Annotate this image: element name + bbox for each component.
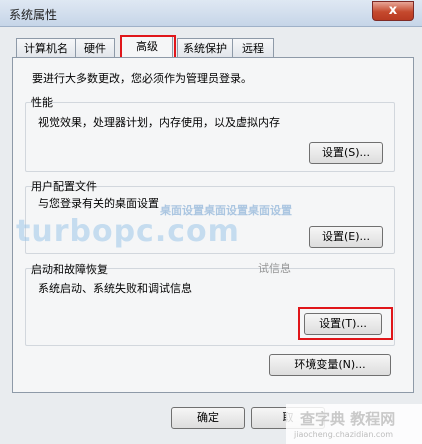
performance-settings-button[interactable]: 设置(S)...: [309, 142, 383, 164]
environment-variables-button[interactable]: 环境变量(N)...: [269, 354, 391, 376]
watermark-line3: 试信息: [258, 262, 291, 275]
tab-advanced[interactable]: 高级: [121, 36, 173, 59]
watermark-logo: turbopc.com: [16, 214, 240, 249]
title-bar: 系统属性 x: [0, 0, 422, 27]
performance-title: 性能: [31, 96, 53, 109]
user-profiles-settings-button[interactable]: 设置(E)...: [309, 226, 383, 248]
performance-description: 视觉效果，处理器计划，内存使用，以及虚拟内存: [38, 116, 280, 129]
site-watermark-url: jiaocheng.chazidian.com: [294, 430, 394, 439]
tab-hardware[interactable]: 硬件: [75, 38, 115, 58]
admin-note: 要进行大多数更改，您必须作为管理员登录。: [32, 72, 252, 85]
site-watermark: 查字典 教程网 jiaocheng.chazidian.com: [286, 404, 422, 444]
tab-system-protection[interactable]: 系统保护: [177, 38, 233, 58]
tab-remote[interactable]: 远程: [232, 38, 274, 58]
startup-recovery-settings-button[interactable]: 设置(T)...: [304, 313, 382, 335]
close-button[interactable]: x: [372, 1, 414, 21]
startup-recovery-title: 启动和故障恢复: [31, 263, 108, 276]
startup-recovery-description: 系统启动、系统失败和调试信息: [38, 282, 192, 295]
ok-button[interactable]: 确定: [171, 407, 245, 429]
site-watermark-name: 查字典 教程网: [300, 410, 396, 428]
window-title: 系统属性: [9, 8, 58, 22]
user-profiles-description: 与您登录有关的桌面设置: [38, 197, 159, 210]
tab-computer-name[interactable]: 计算机名: [16, 38, 76, 58]
user-profiles-title: 用户配置文件: [31, 180, 97, 193]
